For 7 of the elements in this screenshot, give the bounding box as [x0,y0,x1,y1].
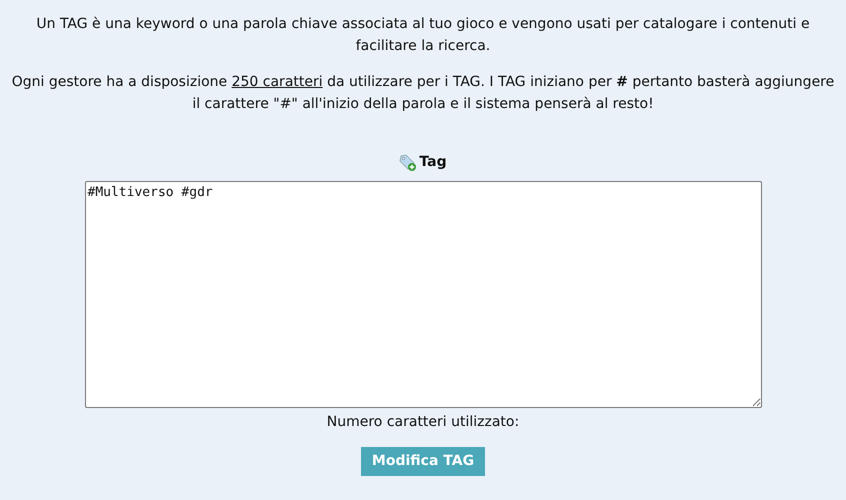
counter-label: Numero caratteri utilizzato: [326,413,520,432]
tag-add-icon [399,154,418,172]
characters-link[interactable]: 250 caratteri [232,74,323,90]
info-paragraph: Ogni gestore ha a disposizione 250 caratteri da utilizzare per i TAG. I TAG iniziano per # pertanto basterà aggiungere il carattere "#" all'inizio della parola e il sistema penserà al resto! [10,73,836,114]
tags-field[interactable]: #Multiverso #gdr [84,181,762,408]
intro-paragraph: Un TAG è una keyword o una parola chiave associata al tuo gioco e vengono usati per catalogare i contenuti e facilitare la ricerca. [35,15,811,56]
tag-heading: Tag [419,153,447,172]
